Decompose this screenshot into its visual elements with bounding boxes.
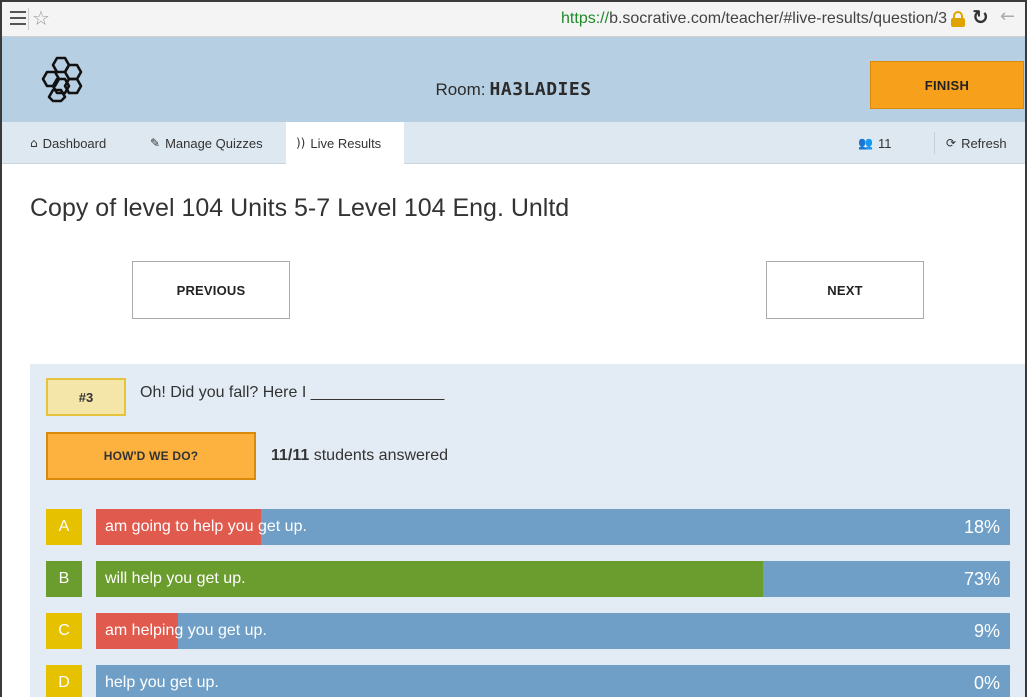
answer-bar: am going to help you get up. 18% xyxy=(96,509,1010,545)
address-bar: ☆ https://b.socrative.com/teacher/#live-… xyxy=(2,2,1025,37)
answer-text: help you get up. xyxy=(105,674,219,691)
answer-text: am helping you get up. xyxy=(105,622,267,639)
answer-row: Bwill help you get up. 73% xyxy=(46,561,1010,597)
nav-live-results[interactable]: )) Live Results xyxy=(286,122,404,164)
answer-bar: will help you get up. 73% xyxy=(96,561,1010,597)
nav-dashboard[interactable]: ⌂ Dashboard xyxy=(18,122,138,164)
nav-manage-quizzes-label: Manage Quizzes xyxy=(165,135,263,151)
app-window: ☆ https://b.socrative.com/teacher/#live-… xyxy=(0,0,1027,697)
answer-percent: 18% xyxy=(963,517,1000,537)
answer-percent: 0% xyxy=(973,673,1000,693)
answered-status: 11/11 students answered xyxy=(271,447,448,465)
answer-letter: B xyxy=(46,561,82,597)
next-button[interactable]: NEXT xyxy=(766,261,924,319)
answer-bar: help you get up. 0% xyxy=(96,665,1010,697)
question-panel: #3 Oh! Did you fall? Here I ____________… xyxy=(30,364,1025,697)
toolbar-divider xyxy=(28,8,29,30)
refresh-button[interactable]: ⟳ Refresh xyxy=(942,122,1022,164)
finish-button[interactable]: FINISH xyxy=(870,61,1024,109)
url-field[interactable]: https://b.socrative.com/teacher/#live-re… xyxy=(561,10,947,28)
student-count-value: 11 xyxy=(877,135,892,151)
star-icon[interactable]: ☆ xyxy=(32,6,50,30)
student-count[interactable]: 👥 11 xyxy=(856,122,926,164)
nav-divider xyxy=(934,132,935,154)
users-icon: 👥 xyxy=(858,136,873,150)
answer-text: will help you get up. xyxy=(105,570,246,587)
answer-percent: 73% xyxy=(963,569,1000,589)
answer-bar: am helping you get up. 9% xyxy=(96,613,1010,649)
room-code: HA3LADIES xyxy=(489,79,592,100)
home-icon: ⌂ xyxy=(30,136,38,150)
answer-text: am going to help you get up. xyxy=(105,518,307,535)
refresh-icon: ⟳ xyxy=(946,136,957,150)
question-text: Oh! Did you fall? Here I _______________ xyxy=(140,384,445,401)
app-header: Room: HA3LADIES FINISH xyxy=(2,37,1025,122)
question-number-badge: #3 xyxy=(46,378,126,416)
answer-row: Aam going to help you get up. 18% xyxy=(46,509,1010,545)
back-icon[interactable]: ← xyxy=(1000,6,1015,27)
answered-count: 11/11 xyxy=(271,447,310,464)
answer-letter: C xyxy=(46,613,82,649)
answer-letter: D xyxy=(46,665,82,697)
wrench-icon: ✎ xyxy=(150,136,161,150)
menu-icon[interactable] xyxy=(10,11,26,25)
nav-bar: ⌂ Dashboard ✎ Manage Quizzes )) Live Result… xyxy=(2,122,1025,164)
nav-manage-quizzes[interactable]: ✎ Manage Quizzes xyxy=(138,122,286,164)
answer-percent: 9% xyxy=(973,621,1000,641)
refresh-label: Refresh xyxy=(961,135,1007,151)
howd-we-do-button[interactable]: HOW'D WE DO? xyxy=(46,432,256,480)
lock-icon[interactable] xyxy=(951,11,965,27)
answer-row: Dhelp you get up. 0% xyxy=(46,665,1010,697)
answer-row: Cam helping you get up. 9% xyxy=(46,613,1010,649)
room-label: Room: xyxy=(435,80,486,99)
answer-letter: A xyxy=(46,509,82,545)
answered-suffix: students answered xyxy=(313,447,449,464)
url-scheme: https:// xyxy=(561,10,610,27)
previous-button[interactable]: PREVIOUS xyxy=(132,261,290,319)
reload-icon[interactable]: ↻ xyxy=(972,5,989,29)
nav-live-results-label: Live Results xyxy=(310,135,382,151)
url-path: b.socrative.com/teacher/#live-results/qu… xyxy=(609,10,947,27)
broadcast-icon: )) xyxy=(296,136,306,150)
nav-dashboard-label: Dashboard xyxy=(42,135,107,151)
quiz-title: Copy of level 104 Units 5-7 Level 104 En… xyxy=(30,194,570,222)
